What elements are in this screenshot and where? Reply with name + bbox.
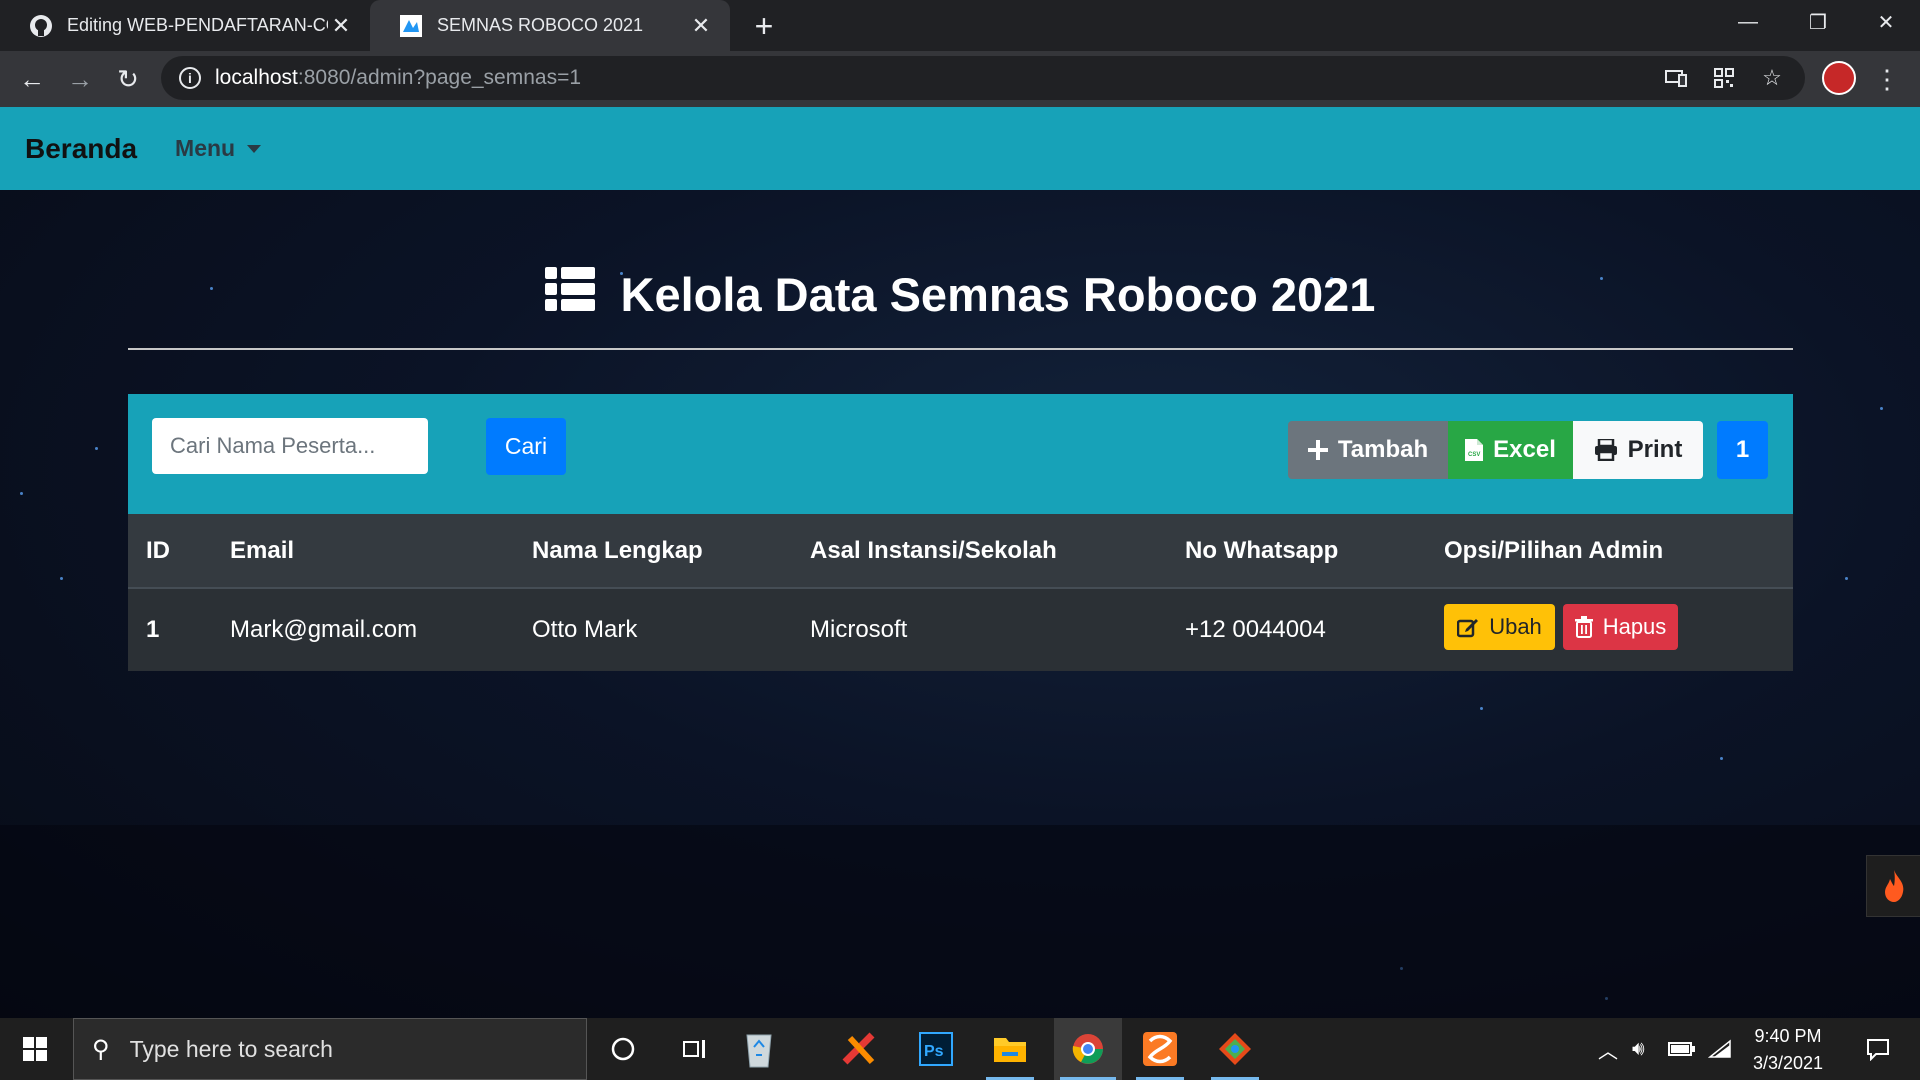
export-excel-button[interactable]: CSV Excel <box>1448 421 1573 479</box>
cell-email: Mark@gmail.com <box>230 616 418 643</box>
participants-table: ID Email Nama Lengkap Asal Instansi/Seko… <box>128 514 1793 671</box>
plus-icon <box>1307 440 1328 460</box>
taskbar-search-placeholder: Type here to search <box>129 1035 333 1062</box>
qr-code-icon[interactable] <box>1709 63 1739 93</box>
new-tab-plus-icon[interactable]: + <box>748 8 780 44</box>
close-window-icon[interactable]: ✕ <box>1856 0 1916 44</box>
browser-menu-icon[interactable]: ⋮ <box>1872 61 1902 97</box>
cell-whatsapp: +12 0044004 <box>1185 616 1326 643</box>
bookmark-star-icon[interactable]: ☆ <box>1757 63 1787 93</box>
battery-icon[interactable] <box>1668 1018 1696 1080</box>
clock-time: 9:40 PM <box>1754 1026 1822 1046</box>
photoshop-icon[interactable]: Ps <box>906 1018 966 1080</box>
tab-editing-github[interactable]: Editing WEB-PENDAFTARAN-CO ✕ <box>0 0 370 51</box>
add-button-label: Tambah <box>1337 436 1429 463</box>
back-arrow-icon[interactable]: ← <box>12 59 52 99</box>
site-info-icon[interactable]: i <box>179 67 201 89</box>
cortana-icon[interactable] <box>593 1018 653 1080</box>
url-text[interactable]: localhost:8080/admin?page_semnas=1 <box>215 66 1661 90</box>
xampp-control-icon[interactable] <box>1130 1018 1190 1080</box>
chrome-icon[interactable] <box>1054 1018 1122 1080</box>
tab-title: SEMNAS ROBOCO 2021 <box>437 15 644 35</box>
table-row: 1 Mark@gmail.com Otto Mark Microsoft +12… <box>128 589 1793 671</box>
edit-label: Ubah <box>1489 614 1542 639</box>
roboco-favicon <box>399 14 423 38</box>
column-header: ID <box>146 536 170 564</box>
edit-button[interactable]: Ubah <box>1444 604 1555 650</box>
windows-taskbar: ⚲ Type here to search Ps ︿ 🔊︎ 9:40 PM 3/… <box>0 1018 1920 1080</box>
delete-label: Hapus <box>1602 614 1667 639</box>
reload-icon[interactable]: ↻ <box>108 59 148 99</box>
restore-icon[interactable]: ❐ <box>1788 0 1848 44</box>
volume-icon[interactable]: 🔊︎ <box>1632 1018 1645 1080</box>
windows-start-icon[interactable] <box>0 1018 70 1080</box>
trash-icon <box>1574 616 1593 638</box>
file-explorer-icon[interactable] <box>980 1018 1040 1080</box>
svg-text:CSV: CSV <box>1468 452 1480 458</box>
recycle-bin-icon[interactable] <box>729 1018 789 1080</box>
system-clock[interactable]: 9:40 PM 3/3/2021 <box>1738 1023 1838 1077</box>
column-header: Opsi/Pilihan Admin <box>1444 536 1664 564</box>
wifi-icon[interactable] <box>1708 1018 1732 1080</box>
export-excel-label: Excel <box>1493 436 1556 463</box>
tab-title: Editing WEB-PENDAFTARAN-CO <box>67 15 328 35</box>
pagination-page-1[interactable]: 1 <box>1717 421 1768 479</box>
search-button[interactable]: Cari <box>486 418 566 475</box>
svg-text:Ps: Ps <box>924 1043 944 1060</box>
top-navbar: Beranda Menu <box>0 107 1920 190</box>
url-path: :8080/admin?page_semnas=1 <box>297 66 582 89</box>
search-input[interactable]: Cari Nama Peserta... <box>152 418 428 474</box>
cell-nama: Otto Mark <box>532 616 638 643</box>
action-panel: Cari Nama Peserta... Cari Tambah CSV Exc… <box>128 394 1793 514</box>
profile-avatar[interactable] <box>1822 61 1856 95</box>
forward-arrow-icon[interactable]: → <box>60 59 100 99</box>
tab-semnas-roboco[interactable]: SEMNAS ROBOCO 2021 ✕ <box>370 0 730 51</box>
clock-date: 3/3/2021 <box>1752 1053 1824 1073</box>
task-view-icon[interactable] <box>665 1018 725 1080</box>
page-content: Beranda Menu Kelola Data Semnas Roboco 2… <box>0 107 1920 1018</box>
caret-down-icon <box>247 144 262 153</box>
print-label: Print <box>1627 436 1683 463</box>
list-icon <box>544 267 595 322</box>
menu-dropdown[interactable]: Menu <box>175 135 262 162</box>
git-kraken-icon[interactable] <box>1205 1018 1265 1080</box>
csv-file-icon: CSV <box>1465 439 1484 461</box>
close-tab-icon[interactable]: ✕ <box>688 13 714 39</box>
column-header: Email <box>230 536 295 564</box>
add-button[interactable]: Tambah <box>1288 421 1448 479</box>
tray-overflow-chevron-icon[interactable]: ︿ <box>1598 1018 1618 1080</box>
column-header: Asal Instansi/Sekolah <box>810 536 1057 564</box>
github-icon <box>29 14 53 38</box>
notification-center-icon[interactable] <box>1848 1018 1908 1080</box>
cell-instansi: Microsoft <box>810 616 908 643</box>
menu-label: Menu <box>175 135 236 161</box>
brand-link[interactable]: Beranda <box>25 133 137 165</box>
address-bar[interactable]: i localhost:8080/admin?page_semnas=1 ☆ <box>161 56 1805 100</box>
divider <box>128 348 1793 350</box>
action-button-group: Tambah CSV Excel Print <box>1288 421 1703 479</box>
close-tab-icon[interactable]: ✕ <box>328 13 354 39</box>
flame-widget-icon[interactable] <box>1866 855 1920 917</box>
page-title-text: Kelola Data Semnas Roboco 2021 <box>620 268 1376 321</box>
table-header: ID Email Nama Lengkap Asal Instansi/Seko… <box>128 514 1793 589</box>
print-button[interactable]: Print <box>1573 421 1703 479</box>
xampp-x-icon[interactable] <box>830 1018 890 1080</box>
column-header: Nama Lengkap <box>532 536 703 564</box>
column-header: No Whatsapp <box>1185 536 1339 564</box>
cell-id: 1 <box>146 616 160 643</box>
minimize-icon[interactable]: — <box>1718 0 1778 44</box>
browser-tab-strip: Editing WEB-PENDAFTARAN-CO ✕ SEMNAS ROBO… <box>0 0 1920 51</box>
search-icon: ⚲ <box>92 1035 110 1063</box>
printer-icon <box>1594 439 1618 461</box>
browser-toolbar: ← → ↻ i localhost:8080/admin?page_semnas… <box>0 51 1920 107</box>
footer-area <box>0 825 1920 1018</box>
taskbar-search[interactable]: ⚲ Type here to search <box>73 1018 587 1080</box>
delete-button[interactable]: Hapus <box>1563 604 1678 650</box>
cast-icon[interactable] <box>1661 63 1691 93</box>
url-host: localhost <box>215 66 298 89</box>
edit-icon <box>1457 616 1479 638</box>
page-title: Kelola Data Semnas Roboco 2021 <box>0 267 1920 322</box>
